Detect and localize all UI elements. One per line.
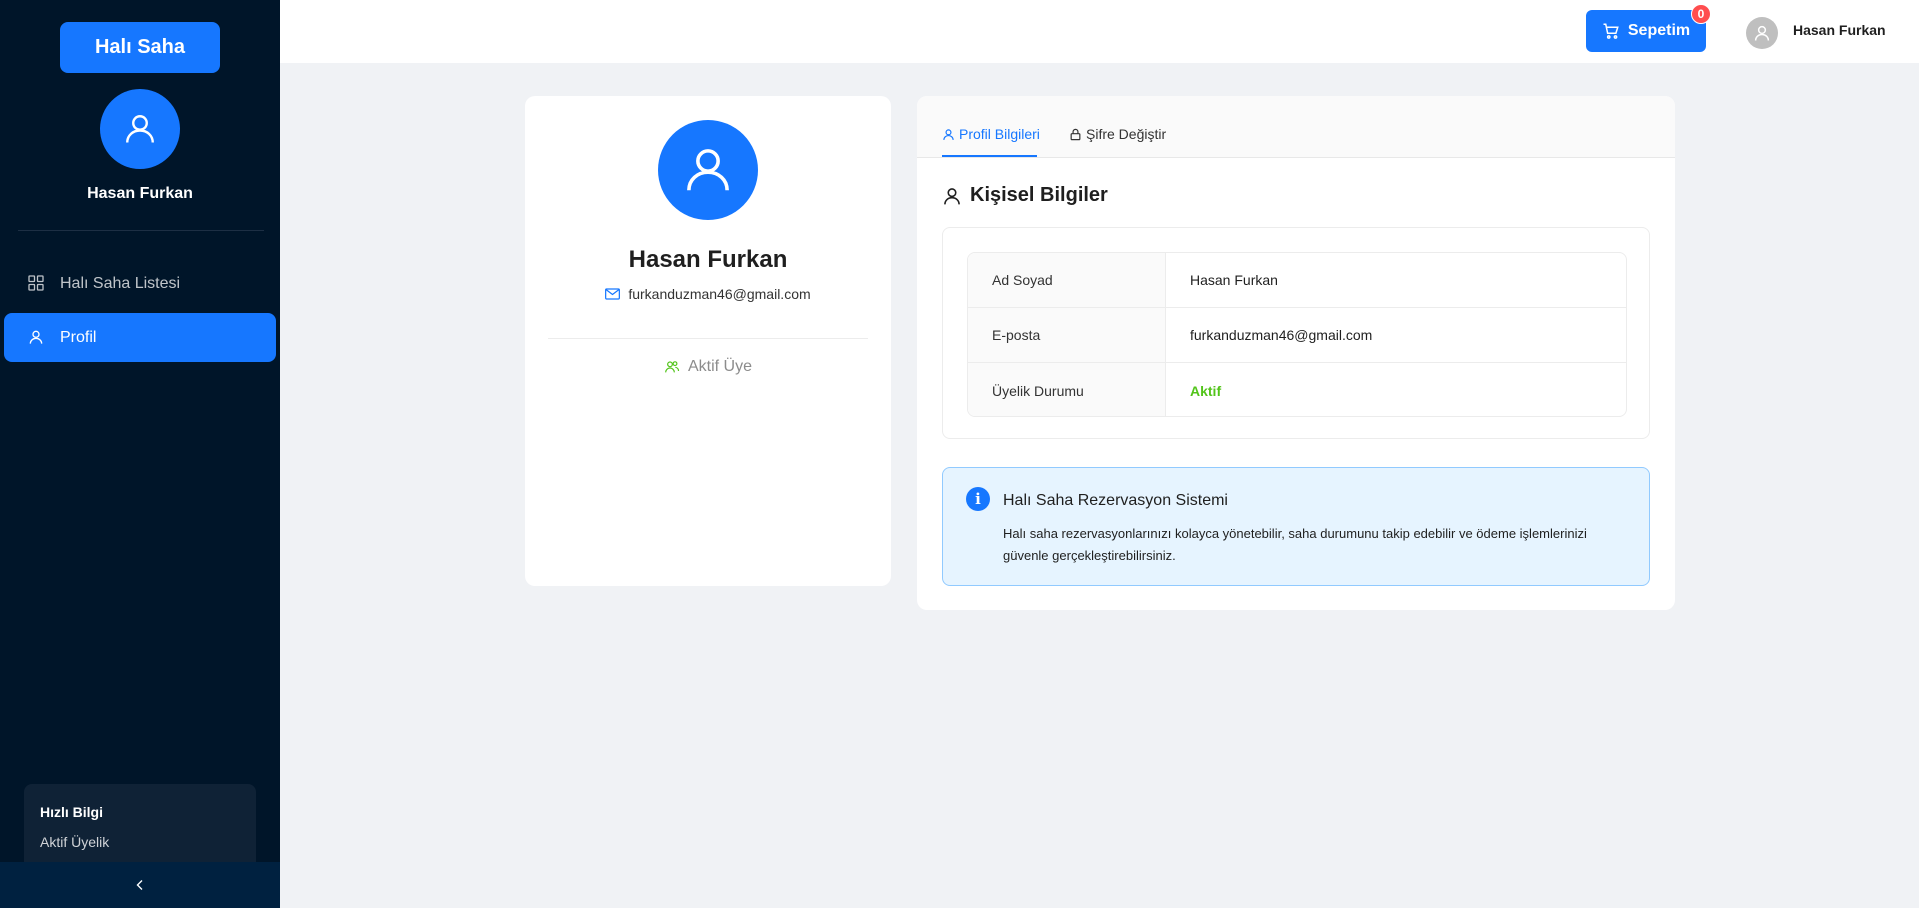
active-tab-indicator xyxy=(942,155,1037,157)
tab-label: Şifre Değiştir xyxy=(1086,126,1167,142)
sidebar-avatar xyxy=(100,89,180,169)
team-icon xyxy=(665,361,680,373)
profile-avatar xyxy=(658,120,758,220)
info-alert: i Halı Saha Rezervasyon Sistemi Halı sah… xyxy=(942,467,1650,586)
lock-icon xyxy=(1070,128,1081,140)
user-icon xyxy=(126,115,154,143)
table-row: Ad Soyad Hasan Furkan xyxy=(968,253,1626,308)
tab-sifre-degistir[interactable]: Şifre Değiştir xyxy=(1069,126,1166,142)
sidebar-item-hali-saha-listesi[interactable]: Halı Saha Listesi xyxy=(4,259,276,308)
cart-button[interactable]: Sepetim xyxy=(1586,10,1706,52)
info-icon: i xyxy=(966,487,990,511)
table-row: E-posta furkanduzman46@gmail.com xyxy=(968,308,1626,363)
profile-name: Hasan Furkan xyxy=(628,246,788,273)
header-avatar[interactable] xyxy=(1746,17,1778,49)
tabs-bar: Profil Bilgileri Şifre Değiştir xyxy=(917,96,1675,158)
row-value: Hasan Furkan xyxy=(1190,272,1278,288)
profile-status: Aktif Üye xyxy=(525,358,891,376)
row-label: Ad Soyad xyxy=(968,253,1166,307)
sidebar: Halı Saha Hasan Furkan Halı Saha Listesi… xyxy=(0,0,280,908)
chevron-left-icon xyxy=(136,880,143,890)
membership-status-value: Aktif xyxy=(1190,382,1222,399)
cart-count-badge: 0 xyxy=(1691,4,1711,24)
table-row: Üyelik Durumu Aktif xyxy=(968,363,1626,416)
grid-icon xyxy=(28,274,46,293)
sidebar-collapse-button[interactable] xyxy=(0,862,280,908)
user-icon xyxy=(943,128,954,140)
user-icon xyxy=(1754,25,1770,41)
row-label: Üyelik Durumu xyxy=(968,363,1166,416)
shopping-cart-icon xyxy=(1603,23,1619,39)
brand-logo[interactable]: Halı Saha xyxy=(60,22,220,73)
profile-email: furkanduzman46@gmail.com xyxy=(628,286,811,302)
alert-text: Halı saha rezervasyonlarınızı kolayca yö… xyxy=(1003,526,1587,563)
profile-email-line: furkanduzman46@gmail.com xyxy=(525,286,891,302)
mail-icon xyxy=(605,288,621,300)
sidebar-item-profil[interactable]: Profil xyxy=(4,313,276,362)
row-value: furkanduzman46@gmail.com xyxy=(1190,327,1373,343)
quick-info-panel: Hızlı Bilgi Aktif Üyelik xyxy=(24,784,256,862)
tab-profil-bilgileri[interactable]: Profil Bilgileri xyxy=(942,126,1040,142)
profile-divider xyxy=(548,338,868,339)
section-title-label: Kişisel Bilgiler xyxy=(970,184,1108,206)
profile-info-card: Profil Bilgileri Şifre Değiştir Kişisel … xyxy=(917,96,1675,610)
user-icon xyxy=(28,329,46,347)
quick-info-text: Aktif Üyelik xyxy=(40,834,110,850)
user-icon xyxy=(687,149,729,191)
sidebar-item-label: Halı Saha Listesi xyxy=(60,274,181,292)
quick-info-title: Hızlı Bilgi xyxy=(40,804,103,820)
user-icon xyxy=(944,187,960,204)
row-label: E-posta xyxy=(968,308,1166,362)
profile-card: Hasan Furkan furkanduzman46@gmail.com Ak… xyxy=(525,96,891,586)
section-title: Kişisel Bilgiler xyxy=(942,184,1108,207)
header-username[interactable]: Hasan Furkan xyxy=(1793,22,1886,38)
profile-status-label: Aktif Üye xyxy=(687,358,752,375)
sidebar-item-label: Profil xyxy=(60,328,97,346)
alert-title: Halı Saha Rezervasyon Sistemi xyxy=(1003,492,1228,509)
tab-label: Profil Bilgileri xyxy=(959,126,1040,142)
personal-info-table: Ad Soyad Hasan Furkan E-posta furkanduzm… xyxy=(967,252,1627,417)
sidebar-username: Hasan Furkan xyxy=(87,185,193,202)
sidebar-divider xyxy=(18,230,264,231)
personal-info-box: Ad Soyad Hasan Furkan E-posta furkanduzm… xyxy=(942,227,1650,439)
cart-label: Sepetim xyxy=(1627,22,1691,39)
